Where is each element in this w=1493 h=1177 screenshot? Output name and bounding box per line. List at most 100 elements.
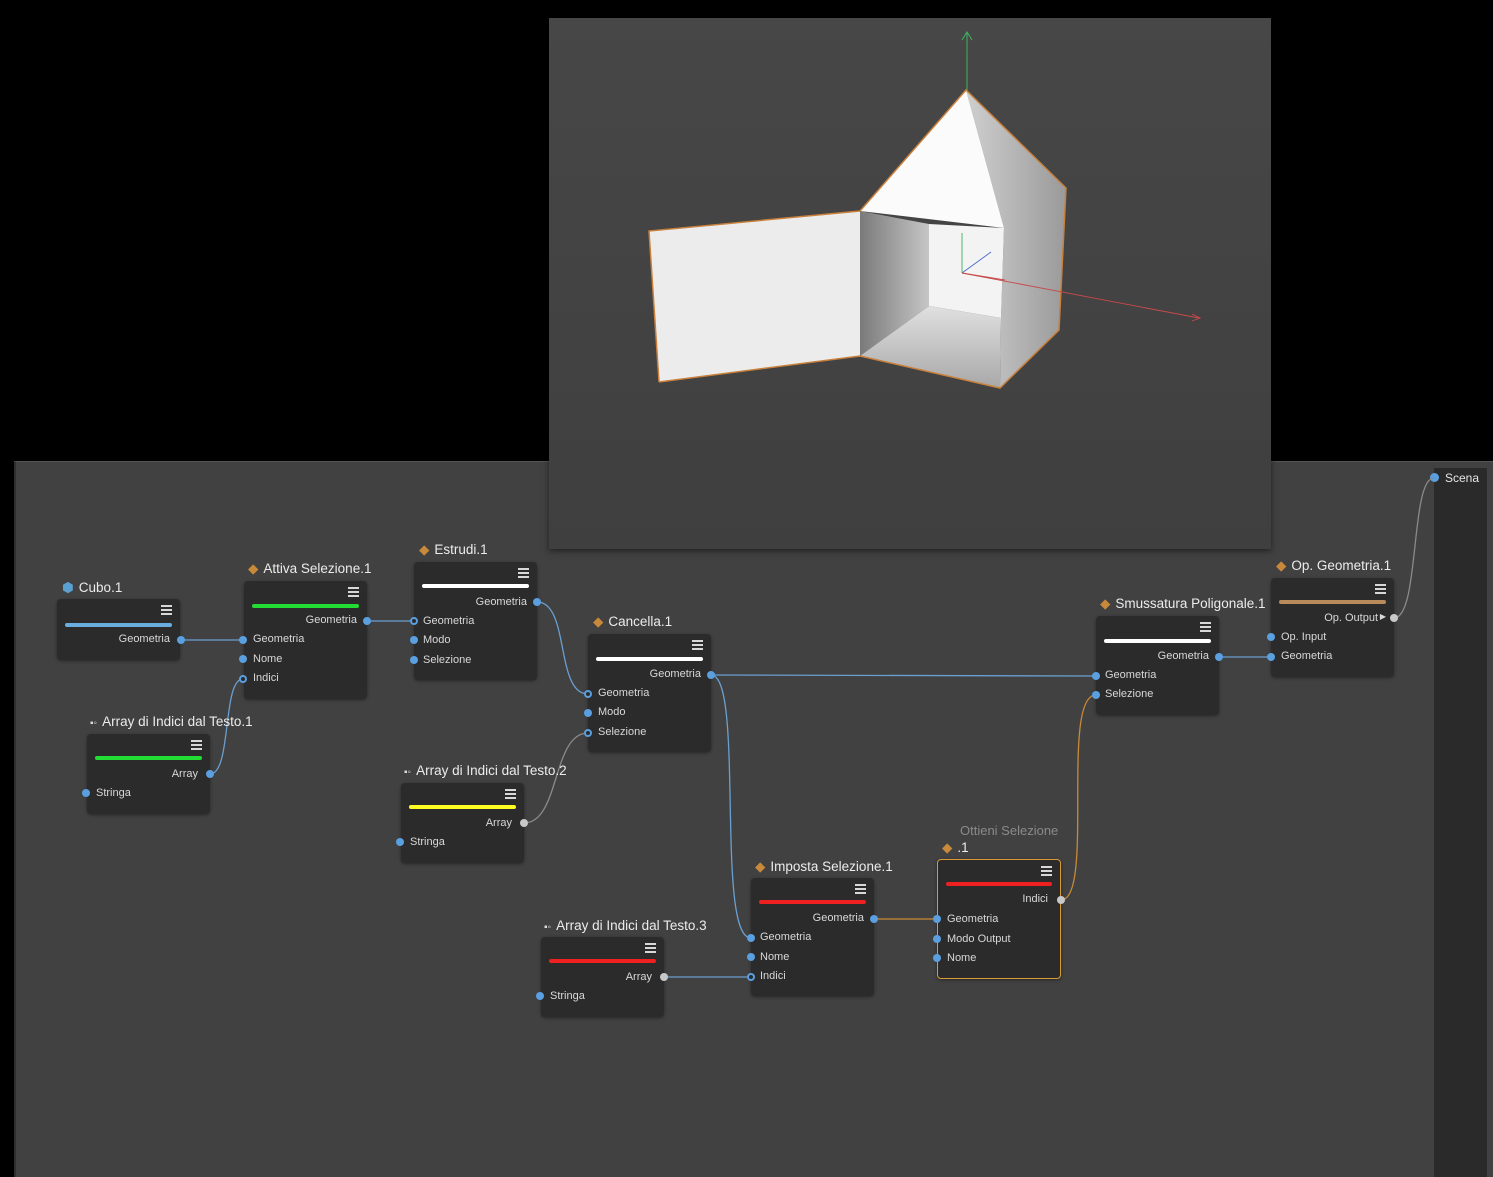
viewport-render (648, 31, 1202, 389)
node-menu-icon[interactable] (645, 943, 656, 953)
port-in-geometria: Geometria (760, 931, 812, 943)
scene-input-port[interactable] (1430, 473, 1439, 482)
tool-icon: ◆ (1100, 596, 1111, 611)
port-dot[interactable] (584, 690, 592, 698)
node-color-bar (946, 882, 1052, 886)
port-dot[interactable] (410, 617, 418, 625)
node-imposta-selezione[interactable]: Geometria Geometria Nome Indici (751, 878, 874, 996)
port-out-array: Array (625, 971, 652, 983)
port-dot[interactable] (239, 655, 247, 663)
node-menu-icon[interactable] (855, 884, 866, 894)
port-in-stringa: Stringa (550, 990, 585, 1002)
node-title-array3: ▪◦ Array di Indici dal Testo.3 (544, 918, 707, 933)
port-dot[interactable] (363, 617, 371, 625)
node-estrudi[interactable]: Geometria Geometria Modo Selezione (414, 562, 537, 680)
port-dot[interactable] (747, 934, 755, 942)
port-dot[interactable] (1390, 614, 1398, 622)
port-dot[interactable] (660, 973, 668, 981)
port-dot[interactable] (82, 789, 90, 797)
port-dot[interactable] (584, 729, 592, 737)
port-dot[interactable] (396, 838, 404, 846)
array-icon: ▪◦ (404, 767, 412, 778)
node-title-opgeom: ◆ Op. Geometria.1 (1276, 558, 1392, 573)
node-cubo[interactable]: Geometria (57, 599, 180, 660)
node-color-bar (252, 604, 359, 608)
3d-viewport[interactable] (549, 18, 1271, 549)
node-color-bar (759, 900, 866, 904)
node-color-bar (95, 756, 202, 760)
port-dot[interactable] (206, 770, 214, 778)
node-cancella[interactable]: Geometria Geometria Modo Selezione (588, 634, 711, 752)
port-out-geometria: Geometria (475, 596, 527, 608)
port-dot[interactable] (870, 915, 878, 923)
node-smussatura-poligonale[interactable]: Geometria Geometria Selezione (1096, 616, 1219, 715)
node-menu-icon[interactable] (1041, 866, 1052, 876)
port-dot[interactable] (747, 953, 755, 961)
port-out-geometria: Geometria (118, 633, 170, 645)
port-out-geometria: Geometria (649, 668, 701, 680)
node-menu-icon[interactable] (348, 587, 359, 597)
port-dot[interactable] (1215, 653, 1223, 661)
tool-icon: ◆ (942, 840, 953, 855)
tool-icon: ◆ (755, 859, 766, 874)
port-dot[interactable] (1057, 896, 1065, 904)
port-in-geometria: Geometria (947, 913, 999, 925)
port-in-indici: Indici (760, 970, 786, 982)
port-dot[interactable] (1092, 672, 1100, 680)
port-dot[interactable] (707, 671, 715, 679)
port-in-geometria: Geometria (598, 687, 650, 699)
port-in-geometria: Geometria (253, 633, 305, 645)
port-dot[interactable] (1267, 633, 1275, 641)
node-menu-icon[interactable] (1375, 584, 1386, 594)
port-dot[interactable] (584, 709, 592, 717)
node-menu-icon[interactable] (518, 568, 529, 578)
node-color-bar (422, 584, 529, 588)
port-dot[interactable] (410, 656, 418, 664)
port-dot[interactable] (410, 636, 418, 644)
port-dot[interactable] (520, 819, 528, 827)
node-title-cancella: ◆ Cancella.1 (593, 614, 673, 629)
port-in-selezione: Selezione (598, 726, 647, 738)
inner-back-face (929, 224, 1004, 318)
port-dot[interactable] (933, 915, 941, 923)
node-array-indici-3[interactable]: Array Stringa (541, 937, 664, 1017)
port-in-op-input: Op. Input (1281, 631, 1327, 643)
tool-icon: ◆ (248, 561, 259, 576)
node-color-bar (596, 657, 703, 661)
node-menu-icon[interactable] (191, 740, 202, 750)
array-icon: ▪◦ (544, 922, 552, 933)
node-array-indici-1[interactable]: Array Stringa (87, 734, 210, 814)
node-attiva-selezione[interactable]: Geometria Geometria Nome Indici (244, 581, 367, 699)
tool-icon: ◆ (593, 614, 604, 629)
tool-icon: ◆ (1276, 558, 1287, 573)
play-icon: ▶ (1379, 612, 1386, 621)
port-dot-cubo-out[interactable] (177, 636, 185, 644)
port-out-op-output: Op. Output (1324, 612, 1378, 624)
node-title-smussatura: ◆ Smussatura Poligonale.1 (1100, 596, 1266, 611)
port-out-geometria: Geometria (1157, 650, 1209, 662)
node-color-bar (1104, 639, 1211, 643)
node-editor-canvas[interactable] (14, 461, 1493, 1177)
port-dot[interactable] (239, 675, 247, 683)
port-dot[interactable] (1267, 653, 1275, 661)
port-dot[interactable] (536, 992, 544, 1000)
port-in-nome: Nome (760, 951, 790, 963)
port-dot[interactable] (239, 636, 247, 644)
node-menu-icon[interactable] (1200, 622, 1211, 632)
port-dot[interactable] (933, 935, 941, 943)
node-menu-icon[interactable] (161, 605, 172, 615)
node-menu-icon[interactable] (505, 789, 516, 799)
port-in-stringa: Stringa (96, 787, 131, 799)
scene-label: Scena (1445, 471, 1480, 485)
node-menu-icon[interactable] (692, 640, 703, 650)
node-array-indici-2[interactable]: Array Stringa (401, 783, 524, 863)
port-in-selezione: Selezione (1105, 688, 1154, 700)
port-in-modo: Modo (423, 634, 451, 646)
node-op-geometria[interactable]: Op. Output ▶ Op. Input Geometria (1271, 578, 1394, 677)
node-ottieni-selezione[interactable]: Indici Geometria Modo Output Nome (937, 859, 1061, 979)
port-dot[interactable] (1092, 691, 1100, 699)
port-dot[interactable] (533, 598, 541, 606)
node-title-ottieni-top: Ottieni Selezione (960, 823, 1059, 838)
port-dot[interactable] (933, 954, 941, 962)
port-dot[interactable] (747, 973, 755, 981)
